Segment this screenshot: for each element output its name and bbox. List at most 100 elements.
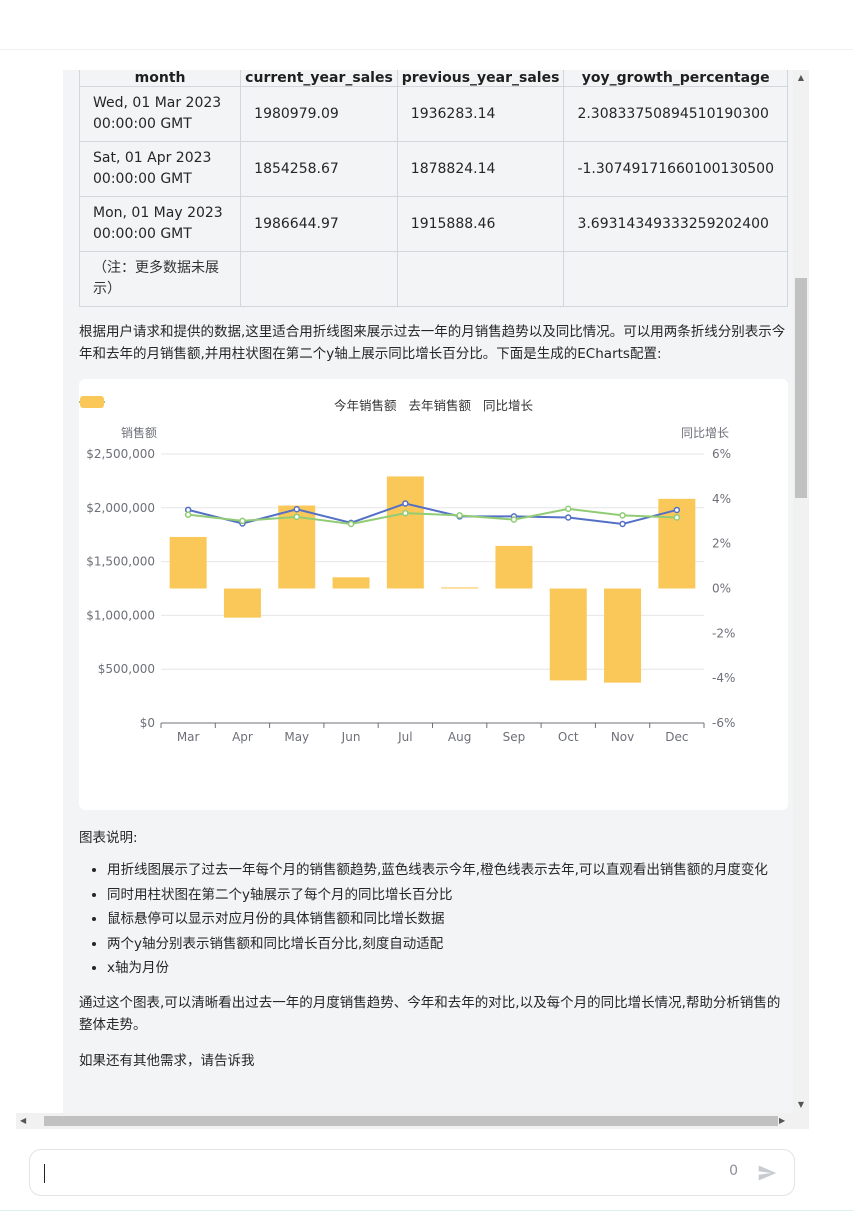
data-point — [510, 516, 518, 523]
table-cell: -1.30749171660100130500 — [563, 141, 788, 197]
y-left-tick-label: $500,000 — [98, 662, 155, 676]
data-point — [347, 520, 355, 528]
table-cell: 2.30833750894510190300 — [563, 86, 788, 142]
bar — [332, 577, 370, 589]
y-right-tick-label: -6% — [712, 716, 735, 730]
list-item: 鼠标悬停可以显示对应月份的具体销售额和同比增长数据 — [107, 909, 788, 929]
y-right-tick-label: 0% — [712, 582, 731, 596]
table-row: Mon, 01 May 2023 00:00:00 GMT 1986644.97… — [78, 196, 788, 252]
summary-paragraph: 通过这个图表,可以清晰看出过去一年的月度销售趋势、今年和去年的对比,以及每个月的… — [79, 995, 781, 1033]
intro-paragraph: 根据用户请求和提供的数据,这里适合用折线图来展示过去一年的月销售趋势以及同比情况… — [79, 324, 786, 362]
data-point — [402, 500, 409, 507]
horizontal-scrollbar[interactable]: ◀ ▶ — [16, 1113, 809, 1129]
bar — [495, 545, 533, 589]
bar — [549, 588, 587, 681]
data-point — [239, 517, 246, 525]
bar — [604, 588, 642, 683]
y-right-tick-label: -2% — [712, 626, 735, 640]
closing-paragraph: 如果还有其他需求，请告诉我 — [79, 1053, 255, 1069]
data-point — [673, 506, 681, 514]
echarts-chart[interactable]: 今年销售额 去年销售额 同比增长 $0 $500,000 $1,000,000 $1 — [79, 379, 788, 810]
chat-input-box[interactable]: 0 — [29, 1149, 795, 1196]
data-table: month current_year_sales previous_year_s… — [78, 70, 788, 307]
table-row: Sat, 01 Apr 2023 00:00:00 GMT 1854258.67… — [78, 141, 788, 197]
table-cell: 1980979.09 — [240, 86, 398, 142]
data-point — [565, 505, 572, 513]
y-left-tick-label: $2,500,000 — [86, 447, 155, 461]
bar — [386, 476, 424, 589]
y-right-tick-label: -4% — [712, 671, 735, 685]
scroll-left-icon[interactable]: ◀ — [20, 1116, 30, 1125]
horizontal-scroll-thumb[interactable] — [44, 1116, 778, 1126]
bar — [223, 588, 261, 618]
table-cell: Sat, 01 Apr 2023 00:00:00 GMT — [78, 141, 242, 197]
bar — [441, 587, 479, 589]
vertical-scroll-thumb[interactable] — [795, 278, 807, 498]
x-tick-label: Aug — [448, 730, 471, 744]
scroll-right-icon[interactable]: ▶ — [779, 1116, 789, 1125]
list-item: 同时用柱状图在第二个y轴展示了每个月的同比增长百分比 — [107, 885, 788, 905]
list-item: 用折线图展示了过去一年每个月的销售额趋势,蓝色线表示今年,橙色线表示去年,可以直… — [107, 860, 788, 880]
data-point — [293, 505, 300, 513]
y-left-tick-label: $0 — [140, 716, 155, 730]
x-tick-label: Nov — [611, 730, 634, 744]
table-cell: 1854258.67 — [240, 141, 398, 197]
table-cell: Mon, 01 May 2023 00:00:00 GMT — [78, 196, 242, 252]
table-cell: 1986644.97 — [240, 196, 398, 252]
table-row: （注：更多数据未展示） — [78, 251, 788, 307]
x-tick-label: Dec — [665, 730, 688, 744]
data-point — [619, 520, 626, 528]
x-tick-label: Oct — [558, 730, 579, 744]
send-button[interactable] — [754, 1160, 780, 1186]
column-header: yoy_growth_percentage — [563, 70, 788, 87]
scroll-up-icon[interactable]: ▲ — [797, 73, 805, 83]
data-point — [293, 513, 300, 521]
x-tick-label: Apr — [232, 730, 253, 744]
chart-canvas: $0 $500,000 $1,000,000 $1,500,000 $2,000,000… — [86, 425, 735, 744]
data-point — [402, 509, 409, 517]
notes-list: 用折线图展示了过去一年每个月的销售额趋势,蓝色线表示今年,橙色线表示去年,可以直… — [79, 860, 788, 978]
table-header-row: month current_year_sales previous_year_s… — [78, 70, 788, 87]
column-header: previous_year_sales — [396, 70, 565, 87]
text-caret — [44, 1164, 45, 1183]
data-point — [565, 514, 572, 521]
table-row: Wed, 01 Mar 2023 00:00:00 GMT 1980979.09… — [78, 86, 788, 142]
y-right-tick-label: 2% — [712, 537, 731, 551]
data-point — [184, 511, 192, 518]
list-item: x轴为月份 — [107, 958, 788, 978]
table-cell — [240, 251, 398, 307]
vertical-scrollbar[interactable]: ▲ ▼ — [793, 70, 809, 1113]
scroll-down-icon[interactable]: ▼ — [797, 1100, 805, 1110]
x-tick-label: Mar — [177, 730, 200, 744]
list-item: 两个y轴分别表示销售额和同比增长百分比,刻度自动适配 — [107, 934, 788, 954]
table-cell: 1915888.46 — [396, 196, 565, 252]
y-left-tick-label: $1,500,000 — [86, 555, 155, 569]
y-right-axis-label: 同比增长 — [681, 426, 729, 440]
message-content: month current_year_sales previous_year_s… — [78, 70, 788, 1072]
table-cell: Wed, 01 Mar 2023 00:00:00 GMT — [78, 86, 242, 142]
y-left-axis-label: 销售额 — [121, 425, 157, 440]
table-cell: 1936283.14 — [396, 86, 565, 142]
x-tick-label: Jun — [341, 730, 361, 744]
table-note-cell: （注：更多数据未展示） — [78, 251, 242, 307]
x-tick-label: Sep — [503, 730, 526, 744]
chat-message-panel: month current_year_sales previous_year_s… — [63, 70, 809, 1113]
character-counter: 0 — [729, 1163, 738, 1179]
top-bar — [0, 0, 853, 50]
x-tick-label: May — [284, 730, 309, 744]
x-tick-label: Jul — [397, 730, 412, 744]
data-point — [673, 514, 681, 521]
table-cell — [396, 251, 565, 307]
data-point — [456, 512, 463, 519]
notes-title: 图表说明: — [79, 830, 138, 846]
data-point — [619, 512, 626, 519]
y-right-tick-label: 6% — [712, 447, 731, 461]
table-cell: 3.69314349333259202400 — [563, 196, 788, 252]
y-left-tick-label: $1,000,000 — [86, 608, 155, 622]
bar — [169, 536, 207, 589]
y-right-tick-label: 4% — [712, 492, 731, 506]
table-cell — [563, 251, 788, 307]
send-icon — [758, 1165, 777, 1181]
column-header: month — [78, 70, 242, 87]
table-cell: 1878824.14 — [396, 141, 565, 197]
